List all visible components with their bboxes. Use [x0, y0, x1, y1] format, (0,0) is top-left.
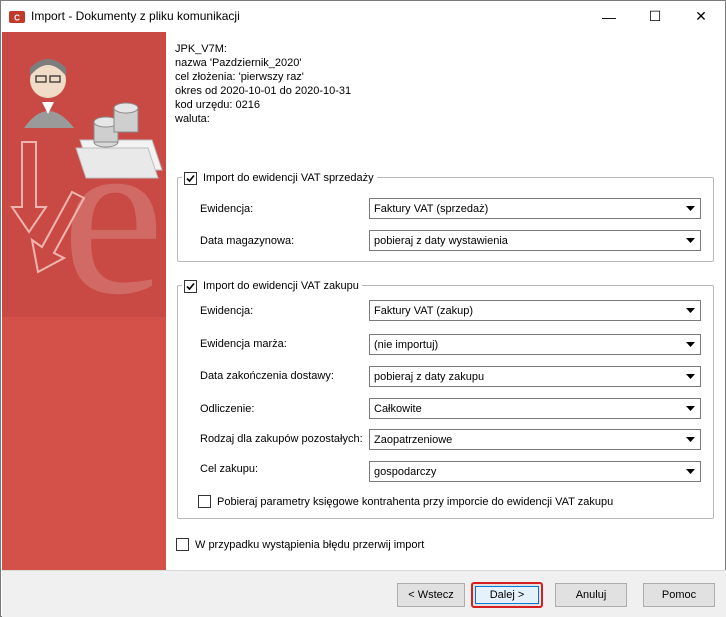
- title-bar[interactable]: C Import - Dokumenty z pliku komunikacji…: [1, 1, 725, 32]
- stop-on-error-checkbox[interactable]: [176, 538, 189, 551]
- params-checkbox-row[interactable]: Pobieraj parametry księgowe kontrahenta …: [198, 495, 613, 508]
- sales-data-magazynowa-select[interactable]: pobieraj z daty wystawienia: [369, 230, 701, 251]
- params-checkbox-label: Pobieraj parametry księgowe kontrahenta …: [217, 495, 614, 508]
- sales-ewidencja-label: Ewidencja:: [200, 203, 254, 215]
- select-value: gospodarczy: [374, 465, 437, 478]
- purchase-ewidencja-select[interactable]: Faktury VAT (zakup): [369, 300, 701, 321]
- chevron-down-icon: [680, 199, 700, 218]
- purchase-ewidencja-label: Ewidencja:: [200, 305, 254, 317]
- purchase-odliczenie-select[interactable]: Całkowite: [369, 398, 701, 419]
- purchase-odliczenie-label: Odliczenie:: [200, 403, 255, 415]
- side-banner: e: [2, 32, 166, 570]
- sales-import-checkbox-row[interactable]: Import do ewidencji VAT sprzedaży: [182, 170, 377, 186]
- chevron-down-icon: [680, 367, 700, 386]
- chevron-down-icon: [680, 335, 700, 354]
- purchase-data-zakonczenia-label: Data zakończenia dostawy:: [200, 370, 334, 382]
- select-value: pobieraj z daty wystawienia: [374, 234, 508, 247]
- purchase-rodzaj-select[interactable]: Zaopatrzeniowe: [369, 429, 701, 450]
- jpk-info: JPK_V7M: nazwa 'Pazdziernik_2020' cel zł…: [175, 42, 351, 126]
- maximize-button[interactable]: ☐: [632, 1, 678, 32]
- purchase-import-label: Import do ewidencji VAT zakupu: [203, 280, 359, 292]
- svg-text:C: C: [14, 14, 20, 23]
- import-wizard-illustration: e: [2, 32, 166, 317]
- info-line: JPK_V7M:: [175, 43, 227, 55]
- stop-on-error-row[interactable]: W przypadku wystąpienia błędu przerwij i…: [176, 538, 424, 551]
- info-line: kod urzędu: 0216: [175, 99, 261, 111]
- next-button[interactable]: Dalej >: [471, 582, 543, 608]
- back-button[interactable]: < Wstecz: [397, 583, 465, 607]
- chevron-down-icon: [680, 399, 700, 418]
- chevron-down-icon: [680, 301, 700, 320]
- checkmark-icon: [186, 174, 195, 182]
- select-value: Całkowite: [374, 402, 422, 415]
- select-value: pobieraj z daty zakupu: [374, 370, 485, 383]
- close-icon: ✕: [695, 8, 707, 24]
- info-line: waluta:: [175, 113, 210, 125]
- info-line: nazwa 'Pazdziernik_2020': [175, 57, 302, 69]
- select-value: (nie importuj): [374, 338, 439, 351]
- chevron-down-icon: [680, 462, 700, 481]
- app-logo-icon: C: [9, 11, 25, 23]
- chevron-down-icon: [680, 231, 700, 250]
- purchase-import-checkbox[interactable]: [184, 279, 197, 293]
- sales-ewidencja-select[interactable]: Faktury VAT (sprzedaż): [369, 198, 701, 219]
- select-value: Faktury VAT (zakup): [374, 304, 474, 317]
- next-button-label: Dalej >: [475, 586, 539, 604]
- checkmark-icon: [186, 282, 195, 290]
- stop-on-error-label: W przypadku wystąpienia błędu przerwij i…: [195, 538, 425, 551]
- params-checkbox[interactable]: [198, 495, 211, 508]
- purchase-rodzaj-label: Rodzaj dla zakupów pozostałych:: [200, 433, 363, 445]
- info-line: okres od 2020-10-01 do 2020-10-31: [175, 85, 352, 97]
- help-button[interactable]: Pomoc: [643, 583, 715, 607]
- cancel-button[interactable]: Anuluj: [555, 583, 627, 607]
- purchase-import-checkbox-row[interactable]: Import do ewidencji VAT zakupu: [182, 278, 362, 294]
- close-button[interactable]: ✕: [678, 1, 724, 32]
- info-line: cel złożenia: 'pierwszy raz': [175, 71, 304, 83]
- sales-import-checkbox[interactable]: [184, 171, 197, 185]
- purchase-ewidencja-marza-select[interactable]: (nie importuj): [369, 334, 701, 355]
- select-value: Zaopatrzeniowe: [374, 433, 453, 446]
- select-value: Faktury VAT (sprzedaż): [374, 202, 489, 215]
- minimize-icon: —: [602, 8, 616, 25]
- chevron-down-icon: [680, 430, 700, 449]
- purchase-data-zakonczenia-select[interactable]: pobieraj z daty zakupu: [369, 366, 701, 387]
- maximize-icon: ☐: [648, 8, 662, 24]
- sales-data-magazynowa-label: Data magazynowa:: [200, 235, 295, 247]
- purchase-ewidencja-marza-label: Ewidencja marża:: [200, 338, 287, 350]
- minimize-button[interactable]: —: [586, 1, 632, 32]
- purchase-cel-label: Cel zakupu:: [200, 463, 259, 475]
- import-dialog: C Import - Dokumenty z pliku komunikacji…: [0, 0, 726, 617]
- window-title: Import - Dokumenty z pliku komunikacji: [31, 9, 240, 23]
- purchase-cel-select[interactable]: gospodarczy: [369, 461, 701, 482]
- sales-import-label: Import do ewidencji VAT sprzedaży: [203, 172, 374, 184]
